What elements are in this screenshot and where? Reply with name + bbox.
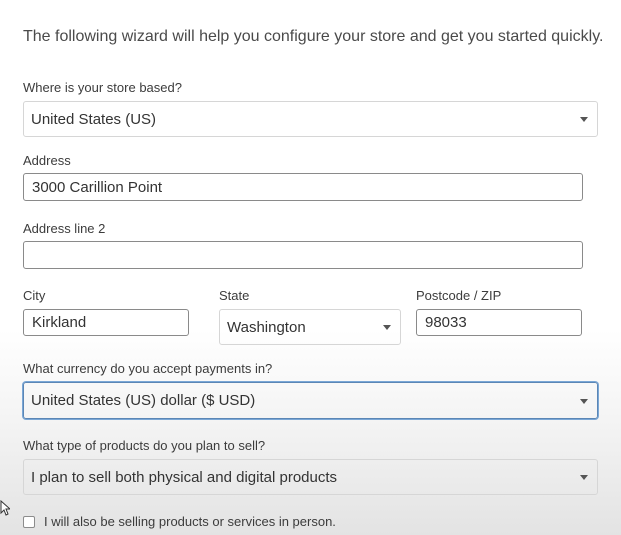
mouse-pointer-icon [0,500,10,516]
product-type-label: What type of products do you plan to sel… [23,438,266,453]
currency-value: United States (US) dollar ($ USD) [31,392,256,409]
city-label: City [23,288,46,303]
address2-label: Address line 2 [23,221,106,236]
address-label: Address [23,153,71,168]
store-location-select[interactable]: United States (US) [23,101,598,137]
in-person-checkbox[interactable] [23,515,35,528]
intro-text: The following wizard will help you confi… [23,28,604,45]
store-location-value: United States (US) [31,110,157,128]
product-type-select[interactable]: I plan to sell both physical and digital… [23,459,598,495]
state-label: State [219,288,250,303]
chevron-down-icon [580,117,588,122]
state-select[interactable]: Washington [219,309,401,345]
address2-input[interactable] [23,241,583,269]
in-person-row[interactable]: I will also be selling products or servi… [23,514,336,529]
product-type-value: I plan to sell both physical and digital… [31,468,338,486]
postcode-label: Postcode / ZIP [416,288,502,303]
address-input[interactable]: 3000 Carillion Point [23,173,583,201]
city-input[interactable]: Kirkland [23,309,189,336]
state-value: Washington [227,318,306,336]
postcode-input[interactable]: 98033 [416,309,582,336]
currency-label: What currency do you accept payments in? [23,361,273,376]
chevron-down-icon [383,325,391,330]
currency-select[interactable]: United States (US) dollar ($ USD) [23,382,598,419]
store-location-label: Where is your store based? [23,80,182,95]
chevron-down-icon [580,398,588,404]
in-person-label: I will also be selling products or servi… [44,514,336,529]
chevron-down-icon [580,475,588,480]
